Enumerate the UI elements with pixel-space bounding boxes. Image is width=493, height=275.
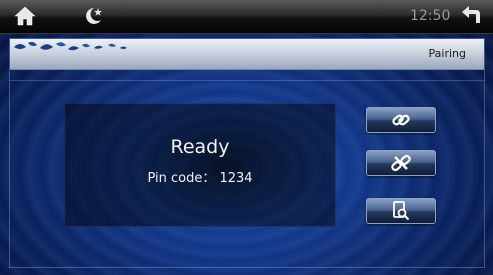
home-button[interactable]	[8, 3, 42, 29]
device-search-icon	[393, 201, 410, 221]
night-mode-icon	[86, 8, 102, 24]
clock-display: 12:50	[410, 8, 451, 24]
page-title: Pairing	[428, 47, 466, 60]
pairing-status-panel: Ready Pin code： 1234	[64, 103, 336, 227]
link-icon	[392, 114, 410, 126]
unlink-icon	[391, 154, 411, 172]
status-bar: 12:50	[0, 0, 493, 34]
divider	[10, 80, 484, 81]
pair-button[interactable]	[366, 107, 436, 133]
back-arrow-icon	[462, 6, 480, 23]
unpair-button[interactable]	[366, 150, 436, 176]
home-icon	[14, 6, 36, 26]
back-button[interactable]	[456, 3, 490, 29]
pairing-status-text: Ready	[170, 136, 230, 158]
pin-code-text: Pin code： 1234	[147, 171, 253, 186]
leaf-decoration-icon	[14, 41, 127, 51]
night-mode-button[interactable]	[76, 3, 110, 29]
pairing-screen: 12:50 Pairing Ready Pin code： 1234	[0, 0, 493, 275]
title-bar: Pairing	[10, 39, 484, 70]
search-device-button[interactable]	[366, 198, 436, 224]
